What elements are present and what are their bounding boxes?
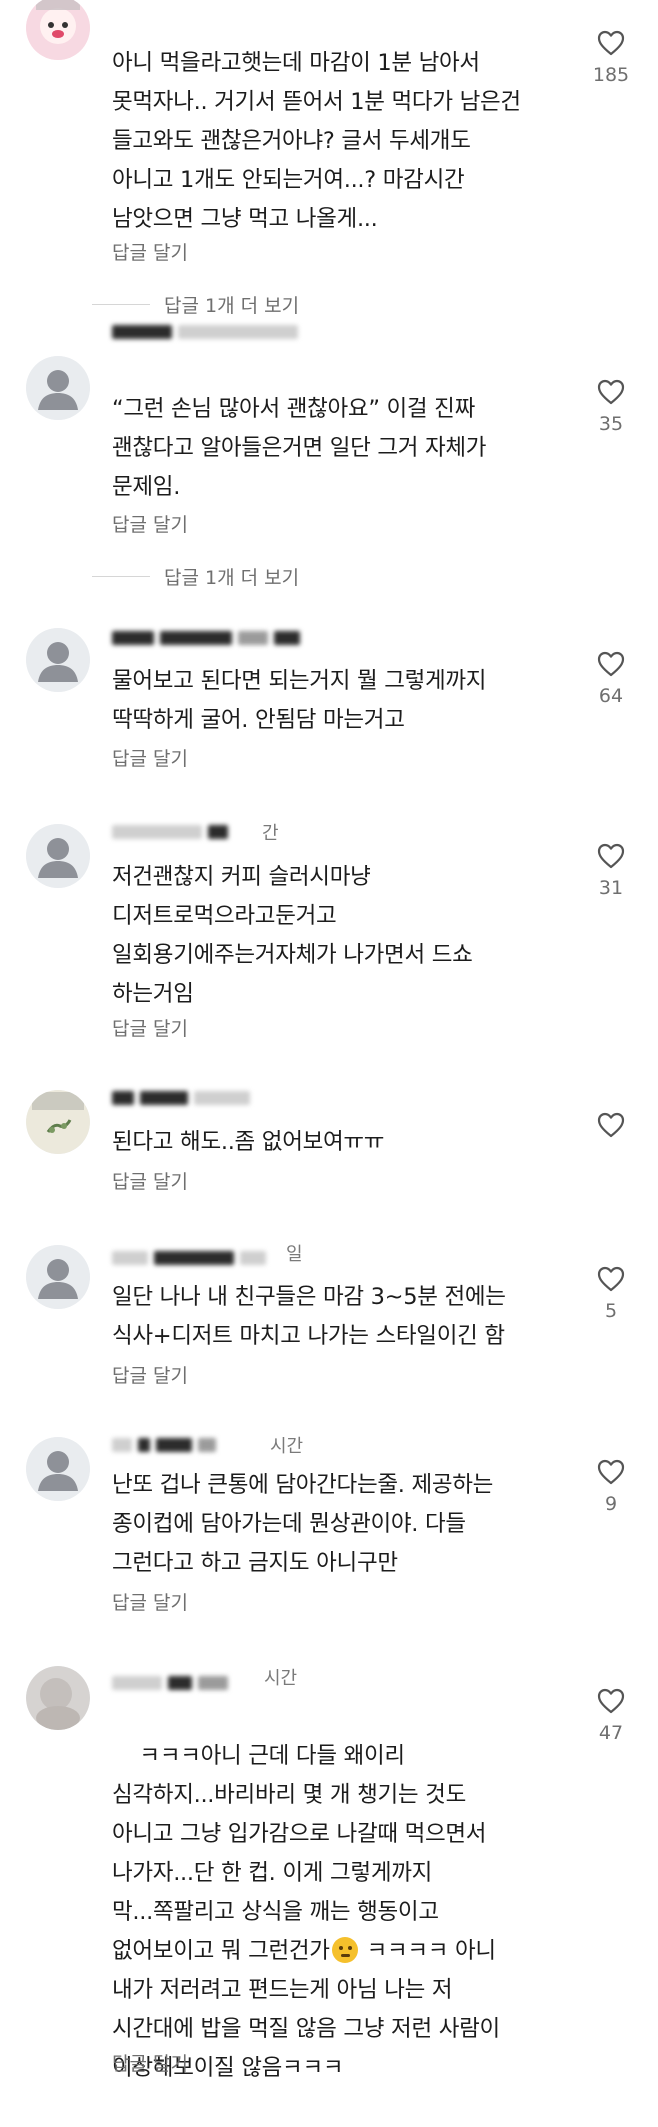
default-avatar-icon	[26, 1437, 90, 1501]
view-more-replies-label: 답글 1개 더 보기	[164, 566, 300, 589]
like-count: 64	[598, 685, 624, 707]
comment-text: 물어보고 된다면 되는거지 뭘 그렇게까지 딱딱하게 굴어. 안됨담 마는거고	[112, 668, 487, 733]
heart-icon	[597, 1459, 625, 1485]
reply-button[interactable]: 답글 달기	[112, 1169, 188, 1195]
view-more-replies-button[interactable]: 답글 1개 더 보기	[92, 563, 299, 589]
heart-icon	[597, 1266, 625, 1292]
comment-timestamp: 시간	[270, 1436, 304, 1457]
like-count: 9	[604, 1493, 618, 1515]
like-count: 47	[598, 1722, 624, 1744]
username-blurred[interactable]	[112, 822, 252, 842]
reply-thread-line	[92, 303, 150, 305]
avatar[interactable]	[26, 1245, 90, 1309]
comment-text: 일단 나나 내 친구들은 마감 3~5분 전에는 식사+디저트 마치고 나가는 …	[112, 1284, 506, 1349]
heart-icon	[597, 651, 625, 677]
avatar[interactable]	[26, 1666, 90, 1730]
reply-button[interactable]: 답글 달기	[112, 1016, 188, 1042]
profile-picture-icon	[26, 1090, 90, 1154]
reply-button[interactable]: 답글 달기	[112, 512, 188, 538]
comment-timestamp: 일	[286, 1244, 303, 1265]
avatar[interactable]	[26, 1090, 90, 1154]
like-button[interactable]: 47	[585, 1688, 637, 1744]
comment-text: 된다고 해도..좀 없어보여ㅠㅠ	[112, 1129, 385, 1155]
heart-icon	[597, 1112, 625, 1138]
like-count: 5	[604, 1300, 618, 1322]
comment-timestamp: 간	[262, 823, 279, 844]
avatar[interactable]	[26, 1437, 90, 1501]
comment-text: 아니 먹을라고햇는데 마감이 1분 남아서 못먹자나.. 거기서 뜯어서 1분 …	[112, 50, 521, 232]
like-button[interactable]: 64	[585, 651, 637, 707]
view-more-replies-label: 답글 1개 더 보기	[164, 294, 300, 317]
avatar[interactable]	[26, 0, 90, 60]
default-avatar-icon	[26, 356, 90, 420]
username-blurred[interactable]	[112, 1673, 272, 1693]
comment-text: “그런 손님 많아서 괜찮아요” 이걸 진짜 괜찮다고 알아들은거면 일단 그거…	[112, 396, 487, 500]
like-button[interactable]	[585, 1112, 637, 1146]
like-button[interactable]: 9	[585, 1459, 637, 1515]
username-blurred[interactable]	[112, 1088, 262, 1108]
like-button[interactable]: 5	[585, 1266, 637, 1322]
default-avatar-icon	[26, 628, 90, 692]
reply-button[interactable]: 답글 달기	[112, 746, 188, 772]
view-more-replies-button[interactable]: 답글 1개 더 보기	[92, 291, 299, 317]
comment-text: 난또 겁나 큰통에 담아간다는줄. 제공하는 종이컵에 담아가는데 뭔상관이야.…	[112, 1472, 494, 1576]
like-button[interactable]: 35	[585, 379, 637, 435]
comment-timestamp: 시간	[264, 1668, 298, 1689]
username-blurred[interactable]	[112, 1435, 252, 1455]
username-blurred[interactable]	[112, 322, 342, 342]
heart-icon	[597, 1688, 625, 1714]
reply-thread-line	[92, 575, 150, 577]
like-button[interactable]: 31	[585, 843, 637, 899]
username-blurred[interactable]	[112, 628, 342, 648]
avatar[interactable]	[26, 628, 90, 692]
profile-picture-icon	[26, 1666, 90, 1730]
heart-icon	[597, 379, 625, 405]
avatar[interactable]	[26, 356, 90, 420]
heart-icon	[597, 843, 625, 869]
reply-button[interactable]: 답글 달기	[112, 2051, 188, 2077]
thinking-face-emoji	[331, 1937, 358, 1963]
like-count: 31	[598, 877, 624, 899]
username-blurred[interactable]	[112, 1248, 292, 1268]
avatar[interactable]	[26, 824, 90, 888]
comment-text: 저건괜찮지 커피 슬러시마냥 디저트로먹으라고둔거고 일회용기에주는거자체가 나…	[112, 864, 473, 1007]
default-avatar-icon	[26, 1245, 90, 1309]
heart-icon	[597, 30, 625, 56]
comment-text-part: ㅋㅋㅋ아니 근데 다들 왜이리 심각하지...바리바리 몇 개 챙기는 것도 아…	[112, 1743, 487, 1964]
reply-button[interactable]: 답글 달기	[112, 1363, 188, 1389]
like-button[interactable]: 185	[585, 30, 637, 86]
default-avatar-icon	[26, 824, 90, 888]
like-count: 185	[592, 64, 630, 86]
profile-picture-icon	[26, 0, 90, 60]
like-count: 35	[598, 413, 624, 435]
reply-button[interactable]: 답글 달기	[112, 1590, 188, 1616]
reply-button[interactable]: 답글 달기	[112, 240, 188, 266]
